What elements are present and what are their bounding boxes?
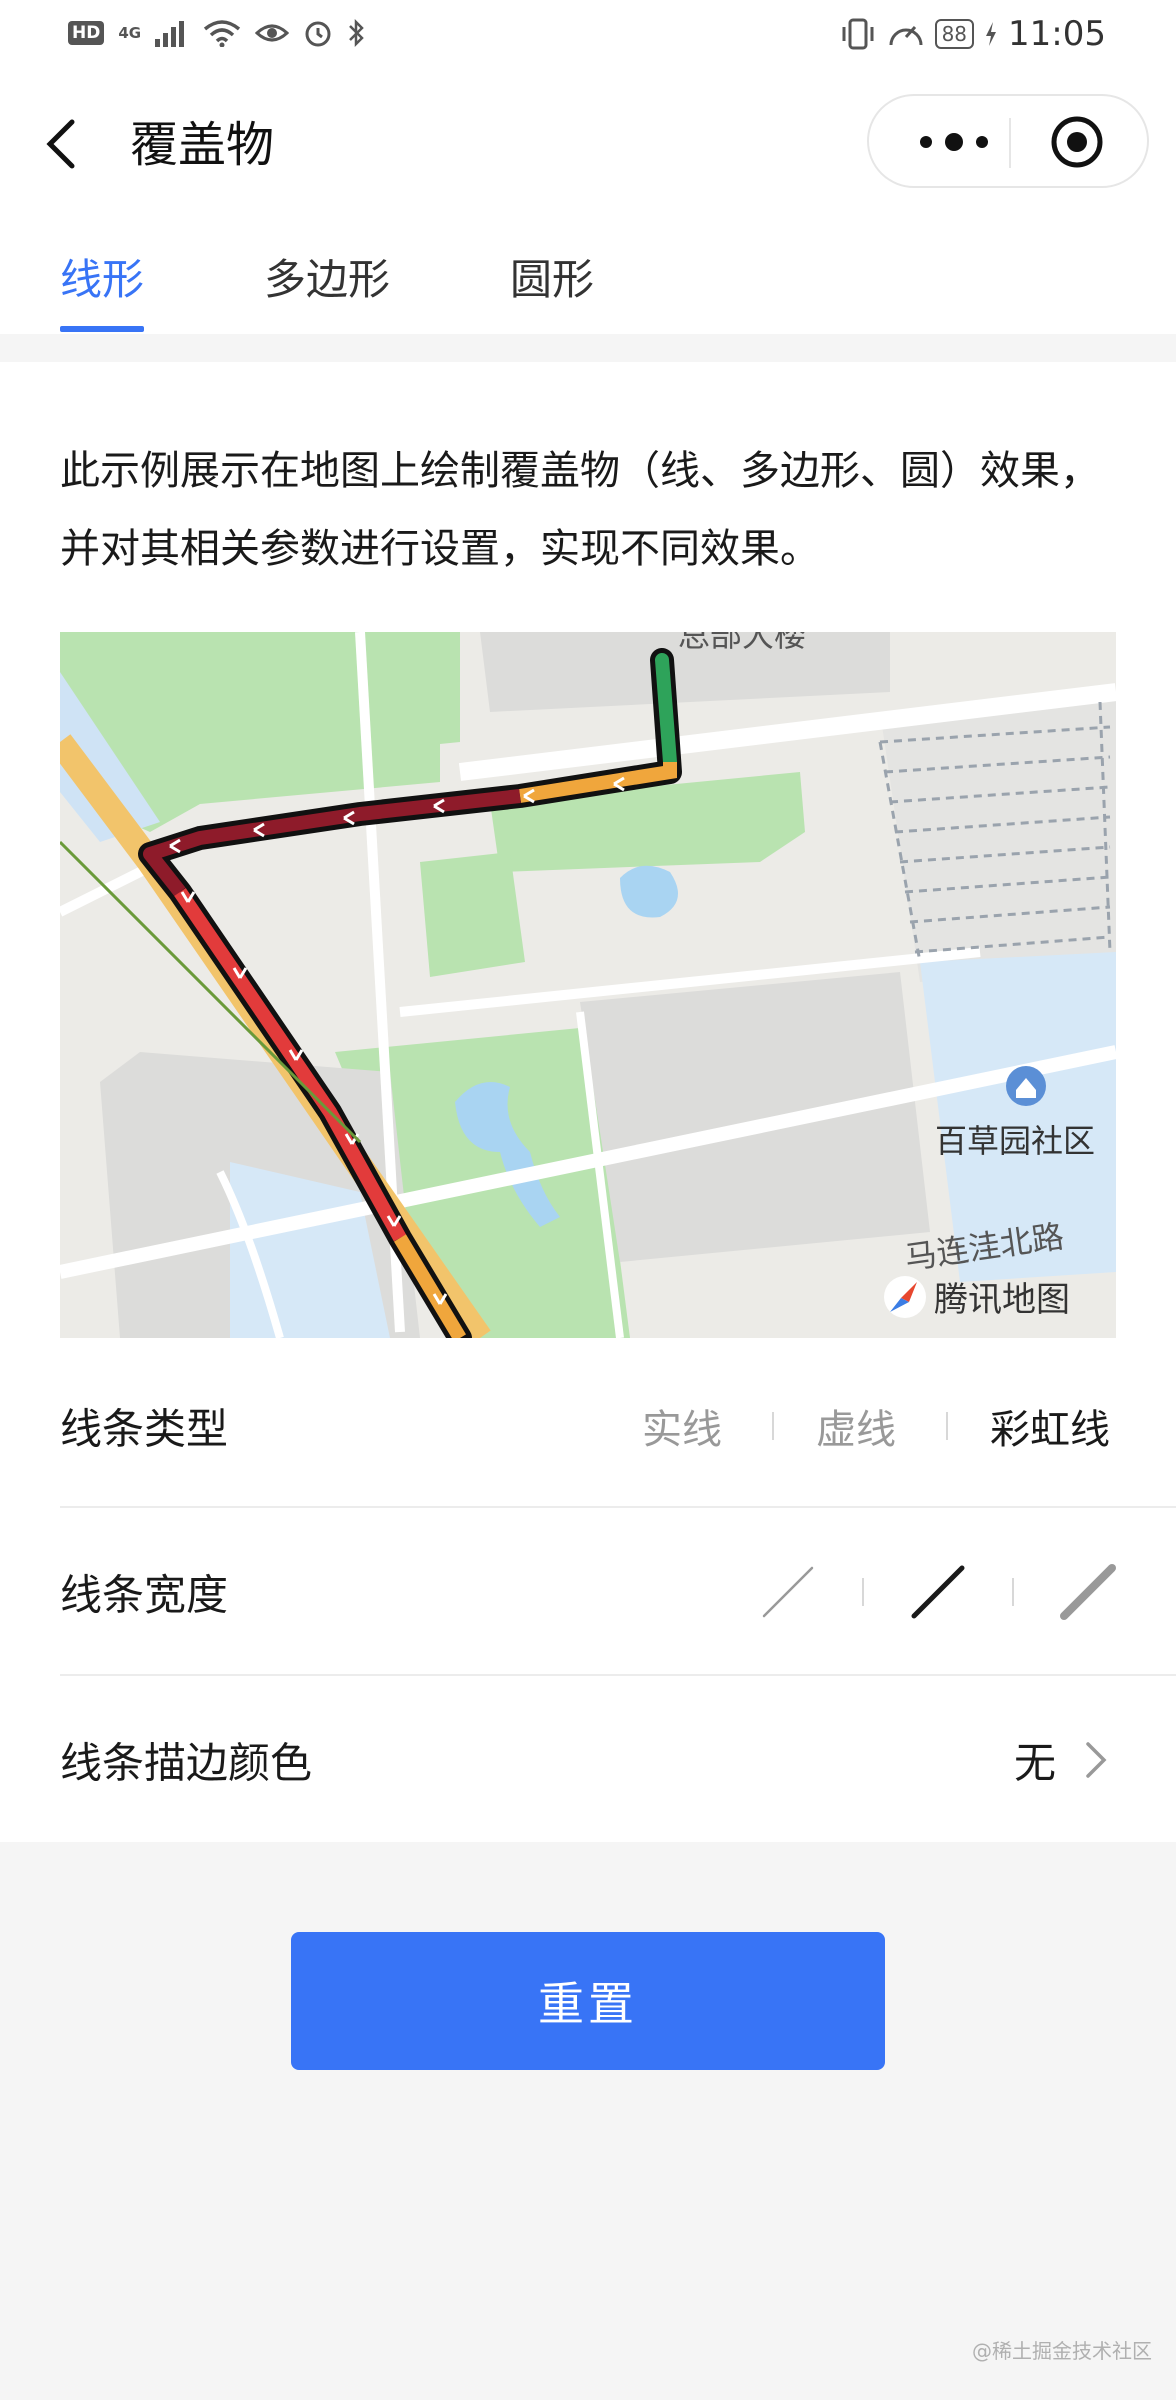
map-label-community: 百草园社区 (935, 1122, 1096, 1160)
line-type-solid[interactable]: 实线 (642, 1397, 722, 1455)
nav-bar: 覆盖物 (0, 72, 1176, 222)
tab-bar: 线形 多边形 圆形 (0, 222, 1176, 334)
compass-logo-icon (884, 1275, 926, 1318)
watermark: @稀土掘金技术社区 (972, 2339, 1152, 2363)
vibrate-icon (842, 18, 874, 50)
content-panel: 此示例展示在地图上绘制覆盖物（线、多边形、圆）效果，并对其相关参数进行设置，实现… (0, 362, 1176, 1842)
signal-icon (155, 21, 185, 47)
tab-line[interactable]: 线形 (60, 252, 144, 308)
description-text: 此示例展示在地图上绘制覆盖物（线、多边形、圆）效果，并对其相关参数进行设置，实现… (60, 448, 1100, 572)
line-type-label: 线条类型 (60, 1404, 229, 1454)
battery-level: 88 (934, 19, 975, 49)
border-color-value: 无 (1013, 1738, 1056, 1788)
line-type-dashed[interactable]: 虚线 (816, 1397, 896, 1455)
status-right: 88 11:05 (839, 14, 1106, 54)
tab-circle[interactable]: 圆形 (510, 252, 594, 308)
more-icon[interactable] (909, 122, 999, 162)
network-type: 4G (118, 23, 142, 42)
line-width-thin-icon[interactable] (760, 1564, 816, 1620)
eye-icon (255, 24, 290, 42)
line-width-row: 线条宽度 (60, 1508, 1116, 1676)
line-width-label: 线条宽度 (60, 1570, 229, 1620)
map-brand-text: 腾讯地图 (934, 1280, 1070, 1320)
back-icon[interactable] (40, 112, 84, 176)
map-label-building: 总部大楼 (678, 632, 807, 654)
page-title: 覆盖物 (130, 117, 275, 173)
capsule-divider (1009, 118, 1011, 168)
bluetooth-icon (349, 18, 364, 48)
border-color-row[interactable]: 线条描边颜色 无 (60, 1676, 1116, 1844)
active-tab-indicator (60, 326, 144, 332)
hd-badge: HD (68, 21, 105, 45)
line-type-rainbow[interactable]: 彩虹线 (990, 1397, 1110, 1455)
clock: 11:05 (1008, 14, 1106, 54)
segment-divider (772, 1412, 774, 1440)
map-brand: 腾讯地图 (882, 1272, 1070, 1321)
segment-divider (1012, 1578, 1014, 1606)
status-bar: HD 4G 88 11:05 (0, 0, 1176, 72)
line-width-thick-icon[interactable] (1060, 1564, 1116, 1620)
line-width-medium-icon[interactable] (910, 1564, 966, 1620)
wifi-icon (203, 20, 241, 47)
chevron-right-icon (1086, 1742, 1107, 1778)
alarm-icon (305, 21, 331, 47)
segment-divider (946, 1412, 948, 1440)
status-left: HD 4G (68, 18, 365, 48)
segment-divider (862, 1578, 864, 1606)
line-type-row: 线条类型 实线 虚线 彩虹线 (60, 1342, 1116, 1510)
charging-icon (986, 22, 997, 46)
map-view[interactable]: 总部大楼 百草园社区 马连洼北路 腾讯地图 (60, 632, 1116, 1338)
border-color-label: 线条描边颜色 (60, 1738, 313, 1788)
mini-program-capsule (867, 94, 1149, 188)
close-mini-program-icon[interactable] (1049, 114, 1105, 170)
reset-button[interactable]: 重置 (291, 1932, 885, 2070)
speed-icon (889, 25, 923, 46)
tab-polygon[interactable]: 多边形 (264, 252, 390, 308)
